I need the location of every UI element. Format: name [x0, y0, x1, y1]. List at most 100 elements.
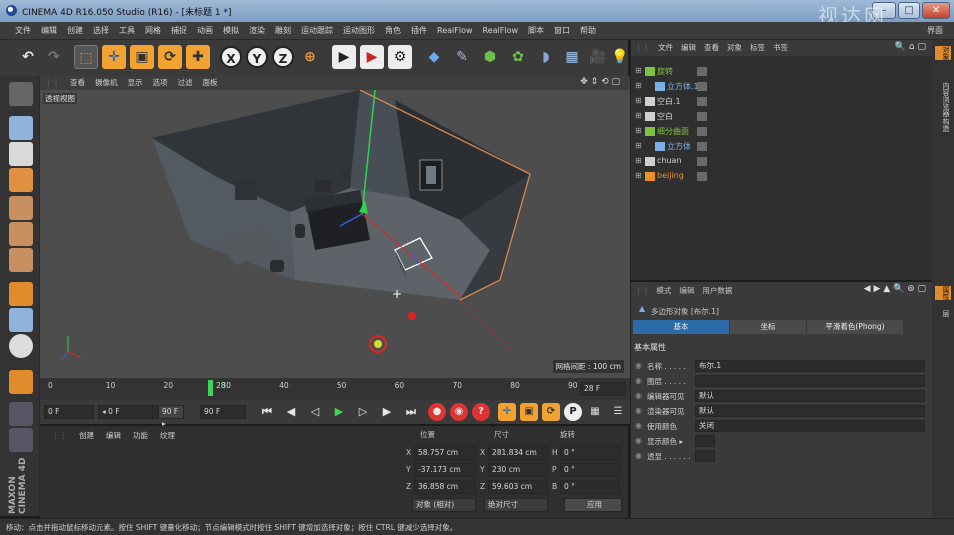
visibility-flag-icon[interactable]	[697, 67, 707, 76]
array-icon[interactable]: ✿	[506, 45, 530, 69]
render-picture-viewer-icon[interactable]: ▶	[360, 45, 384, 69]
object-list-item[interactable]: ⊞ 立方体	[631, 139, 933, 154]
viewport-menu-item[interactable]: 过滤	[173, 76, 198, 90]
object-list-item[interactable]: ⊞ beijing	[631, 169, 933, 184]
floor-icon[interactable]: ▦	[560, 45, 584, 69]
viewport-nav-icons[interactable]: ✥ ⇕ ⟲ ▢	[580, 77, 620, 87]
undo-icon[interactable]: ↶	[16, 45, 40, 69]
material-menu-item[interactable]: 纹理	[154, 428, 181, 443]
scale-tool-icon[interactable]: ▣	[130, 45, 154, 69]
menu-item[interactable]: RealFlow	[432, 22, 478, 40]
attribute-tab[interactable]: 基本	[633, 320, 729, 334]
autokey-icon[interactable]: ◉	[450, 403, 468, 421]
material-menu-item[interactable]: 功能	[127, 428, 154, 443]
position-field[interactable]: 58.757 cm	[414, 446, 476, 460]
object-list-item[interactable]: ⊞ 立方体.1	[631, 79, 933, 94]
preview-max-field[interactable]: 90 F ▸	[158, 405, 184, 428]
key-scale-icon[interactable]: ▣	[520, 403, 538, 421]
expand-toggle-icon[interactable]: ⊞	[635, 126, 642, 135]
menu-item[interactable]: 捕捉	[166, 22, 192, 40]
viewport-menu-item[interactable]: 显示	[123, 76, 148, 90]
attribute-menu-item[interactable]: 用户数据	[698, 285, 736, 296]
subdivision-icon[interactable]: ⬢	[478, 45, 502, 69]
attribute-field-value[interactable]	[695, 435, 715, 447]
timeline-menu-icon[interactable]: ☰	[610, 403, 626, 421]
menu-item[interactable]: 创建	[62, 22, 88, 40]
keyframe-selection-icon[interactable]: ?	[472, 403, 490, 421]
x-axis-lock[interactable]: X	[220, 46, 242, 68]
attribute-field-value[interactable]: 布尔.1	[695, 360, 925, 372]
object-menu-item[interactable]: 文件	[654, 40, 677, 56]
maximize-button[interactable]: □	[898, 2, 920, 19]
field-radio-icon[interactable]: ◉	[635, 451, 642, 460]
material-menu-item[interactable]: 创建	[73, 428, 100, 443]
material-manager[interactable]: ⋮⋮ 创建 编辑 功能 纹理	[40, 426, 402, 518]
attribute-tab[interactable]: 平滑着色(Phong)	[807, 320, 903, 334]
rotation-field[interactable]: 0 °	[560, 463, 620, 477]
model-mode-icon[interactable]	[9, 116, 33, 140]
key-parameter-icon[interactable]: P	[564, 403, 582, 421]
grid-lock-icon[interactable]	[9, 428, 33, 452]
field-radio-icon[interactable]: ◉	[635, 361, 642, 370]
menu-item[interactable]: 窗口	[549, 22, 575, 40]
position-field[interactable]: 36.858 cm	[414, 480, 476, 494]
key-rotation-icon[interactable]: ⟳	[542, 403, 560, 421]
light-icon[interactable]: 💡	[608, 45, 632, 69]
expand-toggle-icon[interactable]: ⊞	[635, 111, 642, 120]
layout-menu[interactable]: 界面	[922, 22, 948, 40]
spline-pen-icon[interactable]: ✎	[450, 45, 474, 69]
next-key-icon[interactable]: ▶	[378, 402, 396, 422]
start-frame-field[interactable]: 0 F	[44, 405, 94, 419]
cube-icon[interactable]: ◆	[422, 45, 446, 69]
menu-item[interactable]: 渲染	[244, 22, 270, 40]
menu-item[interactable]: 雕刻	[270, 22, 296, 40]
play-icon[interactable]: ▶	[330, 402, 348, 422]
field-radio-icon[interactable]: ◉	[635, 406, 642, 415]
object-manager-search-icon[interactable]: 🔍 ⌂ ▢	[895, 42, 926, 52]
object-list-item[interactable]: ⊞ 旋转	[631, 64, 933, 79]
last-tool-icon[interactable]: ✚	[186, 45, 210, 69]
attribute-nav-icons[interactable]: ◀ ▶ ▲ 🔍 ⊚ ▢	[864, 284, 926, 294]
workplane-mode-icon[interactable]	[9, 168, 33, 192]
menu-item[interactable]: RealFlow	[478, 22, 524, 40]
attribute-field-value[interactable]	[695, 375, 925, 387]
expand-toggle-icon[interactable]: ⊞	[635, 156, 642, 165]
expand-toggle-icon[interactable]: ⊞	[635, 66, 642, 75]
menu-item[interactable]: 动画	[192, 22, 218, 40]
menu-item[interactable]: 工具	[114, 22, 140, 40]
apply-button[interactable]: 应用	[564, 498, 622, 512]
side-tab[interactable]: 构造	[935, 118, 951, 132]
expand-toggle-icon[interactable]: ⊞	[635, 141, 642, 150]
attribute-menu-item[interactable]: 模式	[652, 285, 675, 296]
playhead[interactable]	[208, 380, 213, 396]
viewport-menu-item[interactable]: 查看	[65, 76, 90, 90]
next-frame-icon[interactable]: ▷	[354, 402, 372, 422]
viewport-menu-item[interactable]: 面板	[198, 76, 223, 90]
attribute-menu-item[interactable]: 编辑	[675, 285, 698, 296]
attribute-tab[interactable]: 坐标	[730, 320, 806, 334]
render-view-icon[interactable]: ▶	[332, 45, 356, 69]
menu-item[interactable]: 帮助	[575, 22, 601, 40]
menu-item[interactable]: 运动跟踪	[296, 22, 338, 40]
object-list-item[interactable]: ⊞ 空白.1	[631, 94, 933, 109]
object-list-item[interactable]: ⊞ chuan	[631, 154, 933, 169]
texture-mode-icon[interactable]	[9, 142, 33, 166]
field-radio-icon[interactable]: ◉	[635, 436, 642, 445]
menu-item[interactable]: 编辑	[36, 22, 62, 40]
camera-icon[interactable]: 🎥	[586, 45, 610, 69]
z-axis-lock[interactable]: Z	[272, 46, 294, 68]
material-menu-item[interactable]: 编辑	[100, 428, 127, 443]
axis-mode-icon[interactable]	[9, 282, 33, 306]
make-editable-icon[interactable]	[9, 82, 33, 106]
attribute-field-value[interactable]: 默认	[695, 390, 925, 402]
size-field[interactable]: 281.834 cm	[488, 446, 548, 460]
size-field[interactable]: 230 cm	[488, 463, 548, 477]
menu-item[interactable]: 网格	[140, 22, 166, 40]
render-settings-icon[interactable]: ⚙	[388, 45, 412, 69]
viewport-menu-item[interactable]: 摄像机	[90, 76, 123, 90]
menu-item[interactable]: 脚本	[523, 22, 549, 40]
object-menu-item[interactable]: 查看	[700, 40, 723, 56]
rotate-tool-icon[interactable]: ⟳	[158, 45, 182, 69]
current-frame-field[interactable]: 28 F	[580, 382, 626, 396]
object-list-item[interactable]: ⊞ 细分曲面	[631, 124, 933, 139]
